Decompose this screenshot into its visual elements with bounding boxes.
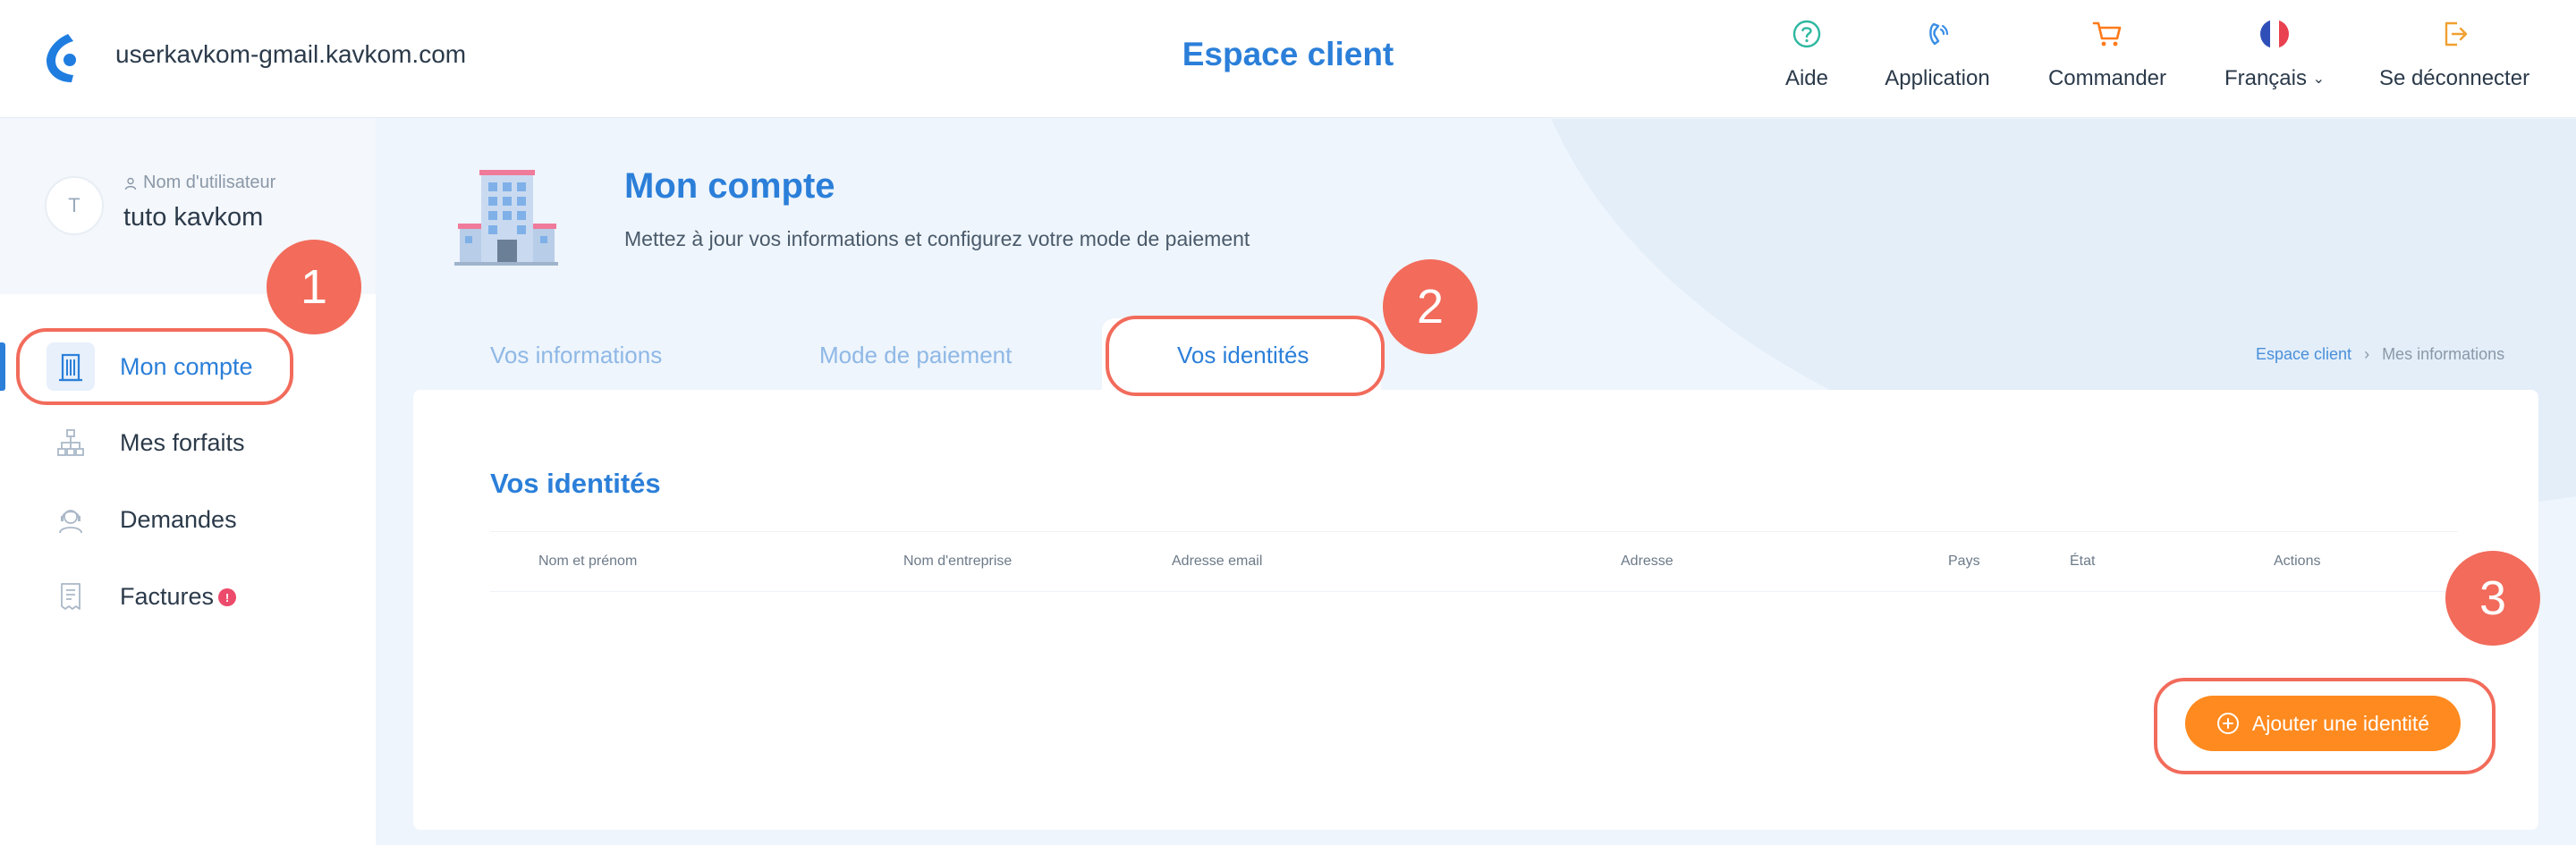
step-marker-3: 3 <box>2445 551 2540 646</box>
notification-badge: ! <box>218 588 236 606</box>
office-building-icon <box>454 170 558 266</box>
column-header: Adresse email <box>1172 553 1263 569</box>
breadcrumb-current: Mes informations <box>2382 345 2505 363</box>
highlight-ring-3 <box>2154 678 2496 774</box>
help-icon <box>1789 16 1825 52</box>
sidebar-item-label: Demandes <box>120 505 237 533</box>
phone-icon <box>1919 16 1955 52</box>
tab-vos-informations[interactable]: Vos informations <box>490 342 662 369</box>
top-header: userkavkom-gmail.kavkom.com Espace clien… <box>0 0 2576 118</box>
nav-order[interactable]: Commander <box>2045 16 2170 102</box>
nav-logout-label: Se déconnecter <box>2378 66 2530 90</box>
page-subtitle: Mettez à jour vos informations et config… <box>624 227 1250 250</box>
sidebar-item-factures[interactable]: Factures ! <box>0 565 376 628</box>
avatar: T <box>45 176 104 235</box>
breadcrumb-home[interactable]: Espace client <box>2256 345 2351 364</box>
nav-application-label: Application <box>1885 66 1990 90</box>
nav-help[interactable]: Aide <box>1780 16 1834 102</box>
sidebar-item-label: Factures <box>120 582 215 610</box>
username-caption: Nom d'utilisateur <box>123 173 275 193</box>
french-flag-icon <box>2257 16 2292 52</box>
table-header: Nom et prénom Nom d'entreprise Adresse e… <box>490 531 2458 592</box>
user-icon <box>124 177 137 190</box>
column-header: Pays <box>1948 553 1980 569</box>
language-selector[interactable]: Français ⌄ <box>2216 16 2333 102</box>
column-header: Nom d'entreprise <box>903 553 1013 569</box>
sidebar-item-mes-forfaits[interactable]: Mes forfaits <box>0 411 376 474</box>
nav-help-label: Aide <box>1784 66 1829 90</box>
page-title: Mon compte <box>624 166 835 206</box>
breadcrumb: Espace client › Mes informations <box>2256 345 2504 364</box>
header-title: Espace client <box>1182 36 1394 72</box>
step-marker-1: 1 <box>267 240 361 334</box>
cart-icon <box>2089 16 2125 52</box>
sidebar-item-label: Mes forfaits <box>120 428 245 456</box>
column-header: Actions <box>2274 553 2321 569</box>
column-header: Nom et prénom <box>538 553 638 569</box>
nav-logout[interactable]: Se déconnecter <box>2376 16 2533 102</box>
nav-application[interactable]: Application <box>1882 16 1993 102</box>
kavkom-logo <box>47 34 76 82</box>
language-label: Français ⌄ <box>2224 66 2326 90</box>
card-title: Vos identités <box>490 468 661 499</box>
breadcrumb-separator: › <box>2364 345 2370 363</box>
account-domain: userkavkom-gmail.kavkom.com <box>115 40 467 68</box>
highlight-ring-1 <box>16 328 293 405</box>
logout-icon <box>2436 16 2472 52</box>
tab-mode-de-paiement[interactable]: Mode de paiement <box>819 342 1012 369</box>
invoice-icon <box>47 572 95 621</box>
support-agent-icon <box>47 495 95 544</box>
step-marker-2: 2 <box>1383 259 1478 354</box>
chevron-down-icon: ⌄ <box>2312 72 2326 87</box>
hierarchy-icon <box>47 418 95 467</box>
nav-order-label: Commander <box>2047 66 2167 90</box>
highlight-ring-2 <box>1106 316 1385 396</box>
username: tuto kavkom <box>123 203 264 232</box>
sidebar-item-demandes[interactable]: Demandes <box>0 488 376 551</box>
column-header: État <box>2070 553 2096 569</box>
column-header: Adresse <box>1621 553 1674 569</box>
